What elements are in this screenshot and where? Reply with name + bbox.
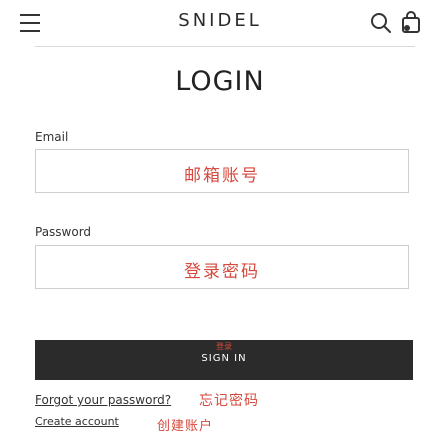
shopping-bag-icon[interactable] xyxy=(398,9,424,35)
sign-in-annotation: 登录 xyxy=(216,342,232,351)
password-annotation: 登录密码 xyxy=(184,262,260,282)
email-annotation: 邮箱账号 xyxy=(184,166,260,186)
password-field[interactable]: 登录密码 xyxy=(35,245,409,289)
email-field[interactable]: 邮箱账号 xyxy=(35,149,409,193)
search-icon[interactable] xyxy=(370,12,392,34)
create-account-link[interactable]: Create account xyxy=(35,415,119,428)
header-divider xyxy=(35,46,415,47)
forgot-password-annotation: 忘记密码 xyxy=(199,393,259,409)
page-title: LOGIN xyxy=(175,66,265,97)
create-account-annotation: 创建账户 xyxy=(157,419,214,434)
top-bar: SNIDEL xyxy=(0,0,440,46)
sign-in-button[interactable]: 登录 SIGN IN xyxy=(35,340,413,380)
forgot-password-link[interactable]: Forgot your password? xyxy=(35,393,171,407)
sign-in-label: SIGN IN xyxy=(201,353,247,364)
password-label: Password xyxy=(35,225,92,239)
email-label: Email xyxy=(35,130,69,144)
